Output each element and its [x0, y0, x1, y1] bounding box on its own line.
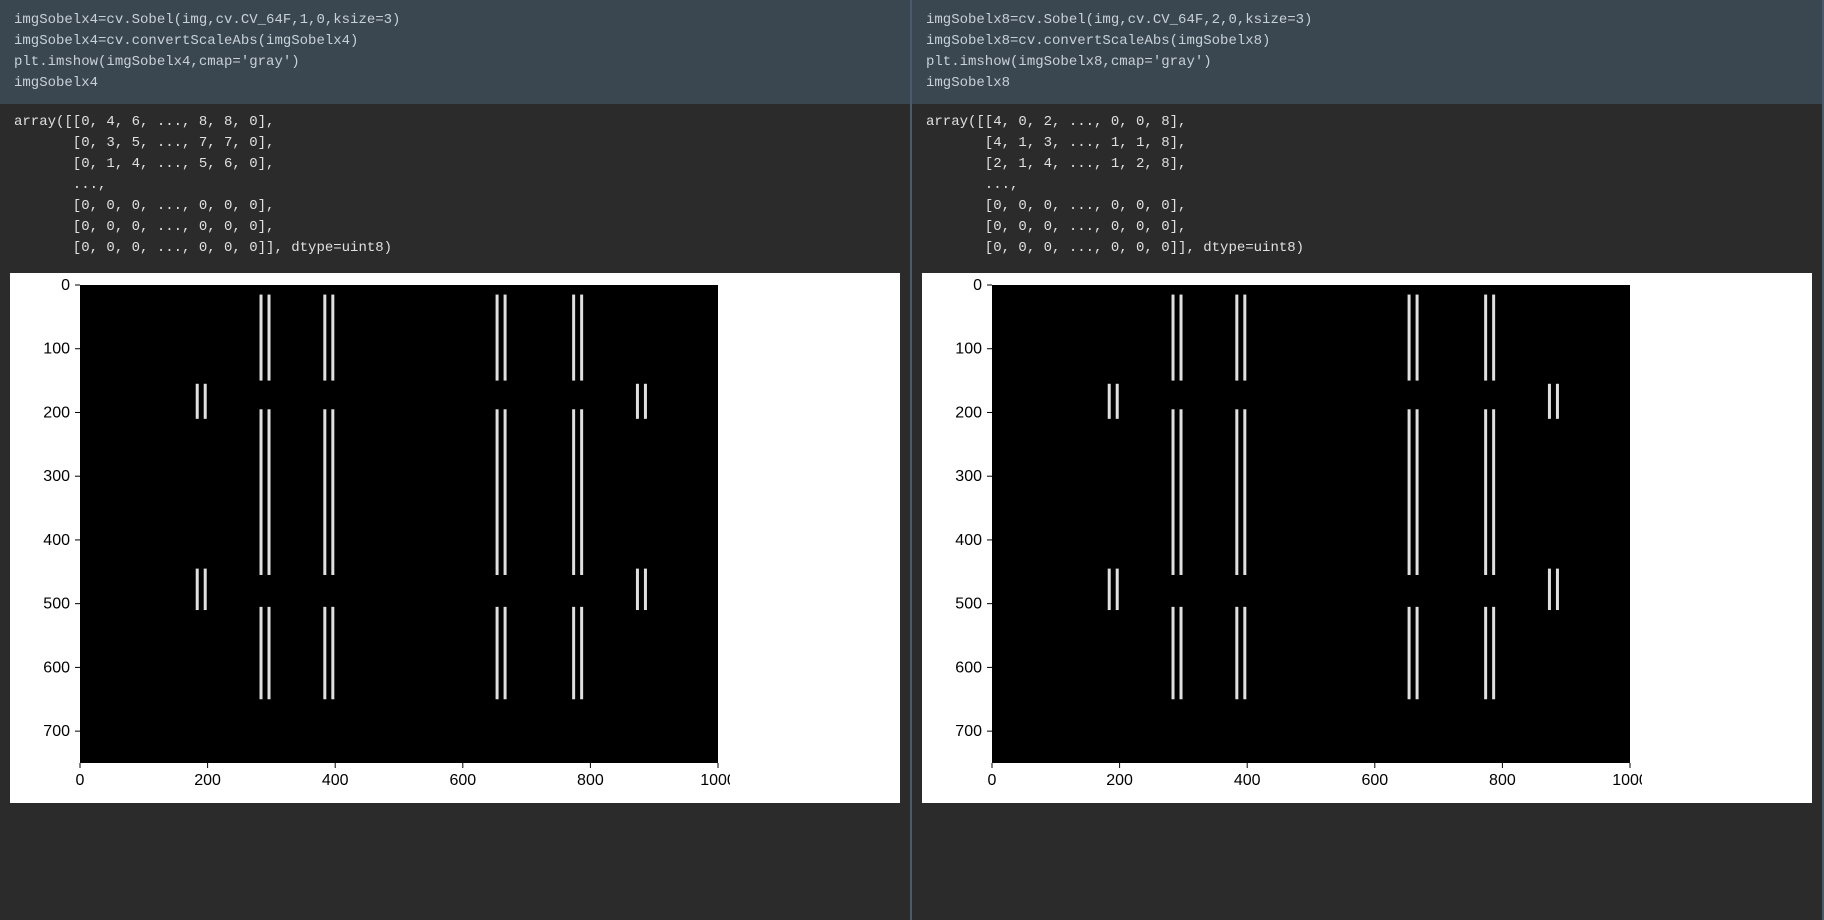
svg-text:600: 600: [449, 772, 476, 789]
svg-text:500: 500: [955, 596, 982, 613]
code-cell-right[interactable]: imgSobelx8=cv.Sobel(img,cv.CV_64F,2,0,ks…: [912, 0, 1822, 104]
svg-text:700: 700: [955, 723, 982, 740]
svg-text:0: 0: [988, 772, 997, 789]
svg-text:1000: 1000: [700, 772, 730, 789]
svg-text:300: 300: [43, 468, 70, 485]
svg-text:400: 400: [43, 532, 70, 549]
svg-text:200: 200: [1106, 772, 1133, 789]
svg-text:100: 100: [43, 341, 70, 358]
svg-text:600: 600: [43, 659, 70, 676]
plot-left: 0 200 400 600 800 1000 0 100 200 300 400 500 600 700: [10, 273, 900, 803]
plot-container-left: 0 200 400 600 800 1000 0 100 200 300 400 500 600 700: [0, 267, 910, 803]
svg-text:200: 200: [955, 404, 982, 421]
svg-text:0: 0: [973, 277, 982, 294]
svg-text:400: 400: [955, 532, 982, 549]
svg-text:600: 600: [1361, 772, 1388, 789]
svg-text:600: 600: [955, 659, 982, 676]
plot-left-svg: 0 200 400 600 800 1000 0 100 200 300 400 500 600 700: [10, 273, 730, 803]
svg-text:200: 200: [43, 404, 70, 421]
svg-text:200: 200: [194, 772, 221, 789]
svg-text:500: 500: [43, 596, 70, 613]
svg-text:400: 400: [1234, 772, 1261, 789]
svg-text:0: 0: [61, 277, 70, 294]
right-pane: imgSobelx8=cv.Sobel(img,cv.CV_64F,2,0,ks…: [912, 0, 1824, 920]
output-text-left: array([[0, 4, 6, ..., 8, 8, 0], [0, 3, 5…: [0, 104, 910, 267]
svg-text:800: 800: [577, 772, 604, 789]
svg-text:0: 0: [76, 772, 85, 789]
plot-right-svg: 0 200 400 600 800 1000 0 100 200 300 400 500 600 700: [922, 273, 1642, 803]
svg-text:1000: 1000: [1612, 772, 1642, 789]
left-pane: imgSobelx4=cv.Sobel(img,cv.CV_64F,1,0,ks…: [0, 0, 912, 920]
svg-text:800: 800: [1489, 772, 1516, 789]
code-cell-left[interactable]: imgSobelx4=cv.Sobel(img,cv.CV_64F,1,0,ks…: [0, 0, 910, 104]
plot-right: 0 200 400 600 800 1000 0 100 200 300 400 500 600 700: [922, 273, 1812, 803]
svg-text:100: 100: [955, 341, 982, 358]
svg-text:700: 700: [43, 723, 70, 740]
output-text-right: array([[4, 0, 2, ..., 0, 0, 8], [4, 1, 3…: [912, 104, 1822, 267]
svg-text:400: 400: [322, 772, 349, 789]
plot-container-right: 0 200 400 600 800 1000 0 100 200 300 400 500 600 700: [912, 267, 1822, 803]
svg-text:300: 300: [955, 468, 982, 485]
